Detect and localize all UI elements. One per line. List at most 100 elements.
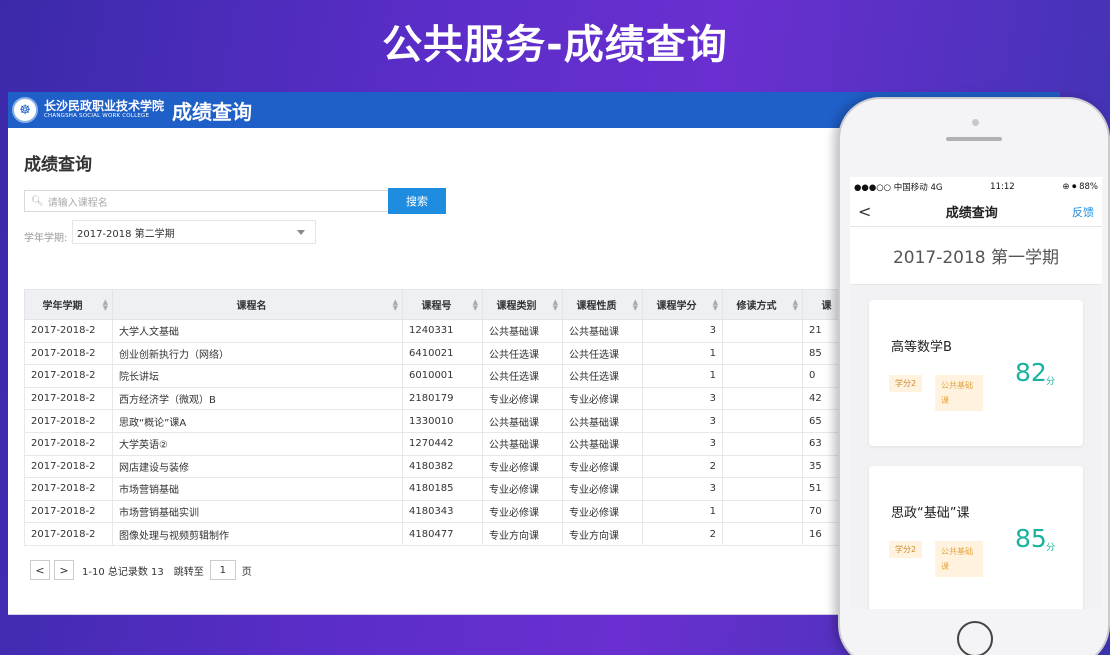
table-cell: 2017-2018-2 [24,454,113,479]
home-button[interactable] [957,621,993,655]
score-unit: 分 [1046,377,1056,387]
table-row: 2017-2018-2 创业创新执行力（网络） 6410021 公共任选课 公共任选课 1… [24,341,863,366]
table-cell: 公共基础课 [482,319,563,343]
school-name-en: CHANGSHA SOCIAL WORK COLLEGE [44,113,150,120]
grade-card[interactable]: 思政“基础”课 学分2 公共基础课 85 分 [869,466,1083,609]
table-cell [722,341,803,366]
battery-icon: ⊕ ⏺ 88% [1062,182,1098,192]
table-cell: 3 [642,409,723,433]
page-title: 成绩查询 [24,155,92,175]
table-cell: 1270442 [402,431,483,456]
table-cell: 1 [642,341,723,366]
grade-card[interactable]: 高等数学B 学分2 公共基础课 82 分 [869,300,1083,446]
table-cell: 2017-2018-2 [24,341,113,366]
next-page-button[interactable]: > [54,560,74,580]
table-cell: 专业必修课 [562,386,643,411]
table-cell: 图像处理与视频剪辑制作 [112,522,403,546]
table-cell: 公共基础课 [482,409,563,433]
table-cell: 6010001 [402,364,483,388]
pagination: < > 1-10 总记录数 13 跳转至 1 页 [30,560,252,580]
table-cell: 1 [642,364,723,388]
table-cell: 2017-2018-2 [24,431,113,456]
term-select[interactable]: 2017-2018 第二学期 [72,220,316,244]
course-type-tag: 公共基础课 [935,375,983,411]
table-cell: 市场营销基础实训 [112,499,403,524]
table-cell: 2 [642,522,723,546]
column-header[interactable]: 修读方式 ▲ ▼ [722,289,803,320]
credit-tag: 学分2 [889,541,923,558]
jump-page-input[interactable]: 1 [209,560,236,580]
table-cell: 公共基础课 [482,431,563,456]
table-cell [722,499,803,524]
table-cell: 思政“概论”课A [112,409,403,433]
school-name-cn: 长沙民政职业技术学院 [44,99,165,114]
camera-icon [972,119,979,126]
sort-icon: ▲ ▼ [632,298,638,312]
table-cell: 公共任选课 [482,364,563,388]
table-cell [722,319,803,343]
score-value: 85 [1015,524,1047,553]
table-cell: 公共基础课 [562,319,643,343]
table-header-row: 学年学期 ▲ ▼ 课程名 ▲ ▼ 课程号 ▲ ▼ 课程类别 ▲ ▼ 课程性质 ▲ ▼ 课程学分 ▲ ▼ … [24,289,863,320]
table-cell: 2017-2018-2 [24,409,113,433]
table-cell: 专业方向课 [562,522,643,546]
column-header[interactable]: 课程性质 ▲ ▼ [562,289,643,320]
term-filter-label: 学年学期: [24,233,68,244]
prev-page-button[interactable]: < [30,560,50,580]
column-header[interactable]: 课程号 ▲ ▼ [402,289,483,320]
sort-icon: ▲ ▼ [102,298,108,312]
table-cell: 2 [642,454,723,479]
sort-icon: ▲ ▼ [792,298,798,312]
table-cell: 1330010 [402,409,483,433]
table-cell: 2017-2018-2 [24,477,113,501]
search-placeholder: 请输入课程名 [47,197,108,209]
table-cell: 院长讲坛 [112,364,403,388]
table-row: 2017-2018-2 大学英语② 1270442 公共基础课 公共基础课 3 63 [24,431,863,456]
column-header[interactable]: 课程学分 ▲ ▼ [642,289,723,320]
phone-term-heading: 2017-2018 第一学期 [850,227,1102,285]
sort-icon: ▲ ▼ [712,298,718,312]
app-name: 成绩查询 [172,99,253,124]
table-cell: 4180477 [402,522,483,546]
column-header[interactable]: 课程名 ▲ ▼ [112,289,403,320]
score-value: 82 [1015,358,1047,387]
column-header[interactable]: 学年学期 ▲ ▼ [24,289,113,320]
feedback-link[interactable]: 反馈 [1072,204,1094,220]
table-row: 2017-2018-2 院长讲坛 6010001 公共任选课 公共任选课 1 0 [24,364,863,388]
sort-icon: ▲ ▼ [392,298,398,312]
table-cell: 专业必修课 [562,454,643,479]
search-button[interactable]: 搜索 [388,188,446,214]
phone-screen: ●●●○○ 中国移动 4G 11:12 ⊕ ⏺ 88% < 成绩查询 反馈 20… [850,177,1102,609]
phone-nav-bar: < 成绩查询 反馈 [850,197,1102,227]
term-select-value: 2017-2018 第二学期 [77,228,175,240]
carrier: ●●●○○ 中国移动 4G [854,183,943,193]
table-row: 2017-2018-2 西方经济学（微观）B 2180179 专业必修课 专业必修课 3 4… [24,386,863,411]
jump-label: 跳转至 [173,566,204,578]
table-row: 2017-2018-2 思政“概论”课A 1330010 公共基础课 公共基础课 3 65 [24,409,863,433]
sort-icon: ▲ ▼ [472,298,478,312]
phone-mockup: ●●●○○ 中国移动 4G 11:12 ⊕ ⏺ 88% < 成绩查询 反馈 20… [838,97,1110,655]
table-cell: 专业必修课 [482,454,563,479]
table-cell: 专业方向课 [482,522,563,546]
back-icon[interactable]: < [858,202,871,221]
table-cell: 专业必修课 [562,499,643,524]
table-cell: 大学英语② [112,431,403,456]
search-input[interactable]: 🔍︎ 请输入课程名 [24,190,390,212]
table-cell: 市场营销基础 [112,477,403,501]
column-header[interactable]: 课程类别 ▲ ▼ [482,289,563,320]
speaker-icon [946,137,1002,141]
table-cell: 3 [642,477,723,501]
table-cell: 1 [642,499,723,524]
table-cell [722,431,803,456]
table-cell: 2017-2018-2 [24,499,113,524]
table-cell: 4180185 [402,477,483,501]
page-unit: 页 [241,566,252,578]
table-cell: 专业必修课 [482,499,563,524]
table-cell: 公共基础课 [562,431,643,456]
table-row: 2017-2018-2 市场营销基础 4180185 专业必修课 专业必修课 3 51 [24,477,863,501]
table-cell: 专业必修课 [482,477,563,501]
grades-table: 学年学期 ▲ ▼ 课程名 ▲ ▼ 课程号 ▲ ▼ 课程类别 ▲ ▼ 课程性质 ▲ ▼ 课程学分 ▲ ▼ … [24,289,863,546]
table-cell [722,477,803,501]
school-name: 长沙民政职业技术学院 CHANGSHA SOCIAL WORK COLLEGE [44,100,164,120]
table-cell [722,409,803,433]
